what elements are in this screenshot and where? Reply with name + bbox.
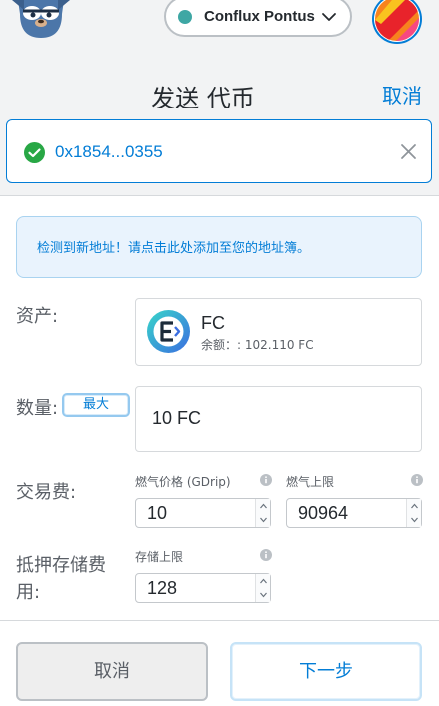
fee-label: 交易费: xyxy=(16,482,77,503)
storage-limit-stepper xyxy=(255,574,270,602)
recipient-address: 0x1854...0355 xyxy=(55,142,163,161)
asset-label: 资产: xyxy=(16,306,59,327)
storage-limit-label: 存储上限 xyxy=(135,550,184,564)
chevron-down-icon xyxy=(322,12,336,21)
gas-price-stepper xyxy=(255,499,270,527)
storage-limit-input[interactable]: 128 xyxy=(135,573,271,603)
info-icon[interactable] xyxy=(260,474,272,486)
new-address-alert[interactable]: 检测到新地址！请点击此处添加至您的地址簿。 xyxy=(16,216,422,278)
storage-label-line2: 用: xyxy=(16,582,41,603)
info-icon[interactable] xyxy=(411,474,423,486)
amount-label: 数量: xyxy=(16,398,59,419)
chevron-up-icon[interactable] xyxy=(407,499,422,513)
amount-input[interactable]: 10 FC xyxy=(135,386,422,452)
max-amount-button[interactable]: 最大 xyxy=(62,393,130,417)
info-icon[interactable] xyxy=(260,549,272,561)
network-status-dot xyxy=(178,9,192,24)
asset-balance: 余额：: 102.110 FC xyxy=(201,338,314,352)
check-circle-icon xyxy=(24,142,45,163)
gas-price-value: 10 xyxy=(147,503,168,523)
gas-limit-value: 90964 xyxy=(298,503,349,523)
token-fc-icon xyxy=(147,310,190,353)
storage-limit-value: 128 xyxy=(147,578,178,598)
gas-limit-stepper xyxy=(406,499,421,527)
network-selector[interactable]: Conflux Pontus xyxy=(164,0,352,37)
account-identicon[interactable] xyxy=(371,0,423,44)
close-icon[interactable] xyxy=(399,142,418,161)
gas-price-label: 燃气价格 (GDrip) xyxy=(135,475,231,489)
chevron-down-icon[interactable] xyxy=(256,588,271,602)
logo-icon xyxy=(12,0,70,38)
header-cancel-link[interactable]: 取消 xyxy=(382,80,422,109)
chevron-down-icon[interactable] xyxy=(407,513,422,527)
asset-token-name: FC xyxy=(201,313,225,333)
next-button[interactable]: 下一步 xyxy=(230,642,422,701)
chevron-down-icon[interactable] xyxy=(256,513,271,527)
storage-label-line1: 抵押存储费 xyxy=(16,555,106,576)
chevron-up-icon[interactable] xyxy=(256,499,271,513)
network-name: Conflux Pontus xyxy=(204,8,315,25)
gas-limit-label: 燃气上限 xyxy=(286,475,335,489)
chevron-up-icon[interactable] xyxy=(256,574,271,588)
gas-limit-input[interactable]: 90964 xyxy=(286,498,422,528)
cancel-button[interactable]: 取消 xyxy=(16,642,208,701)
gas-price-input[interactable]: 10 xyxy=(135,498,271,528)
